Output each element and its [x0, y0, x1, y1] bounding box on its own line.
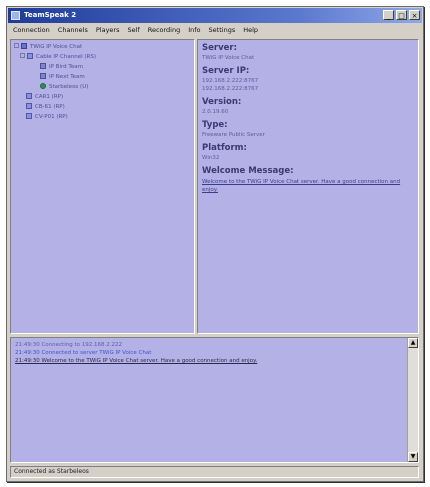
- channel-icon: [26, 102, 32, 109]
- menu-players[interactable]: Players: [96, 24, 120, 37]
- server-ip-value: 192.168.2.222:8767: [202, 86, 259, 92]
- scroll-up-button[interactable]: ▲: [408, 338, 418, 348]
- player-icon: [40, 62, 46, 69]
- tree-channel-row[interactable]: CAR1 (RP): [26, 92, 64, 102]
- app-icon: [11, 11, 20, 20]
- channel-tree[interactable]: TWiG IP Voice Chat Cable IP Channel (RS)…: [10, 39, 195, 334]
- menu-self[interactable]: Self: [127, 24, 139, 37]
- server-ip-label: Server IP:: [202, 66, 250, 76]
- channel-icon: [26, 112, 32, 119]
- tree-player-row[interactable]: IP Next Team: [40, 72, 85, 82]
- log-timestamp: 21:49:30: [15, 350, 40, 356]
- chat-log[interactable]: 21:49:30 Connecting to 192.168.2.222 21:…: [10, 337, 419, 463]
- channel-icon: [26, 92, 32, 99]
- tree-server-label: TWiG IP Voice Chat: [30, 44, 83, 50]
- tree-player-label: IP Bird Team: [49, 64, 83, 70]
- tree-channel-label: CAR1 (RP): [35, 94, 64, 100]
- active-player-icon: [40, 82, 46, 89]
- tree-channel-row[interactable]: CV-P01 (RP): [26, 112, 68, 122]
- tree-server-row[interactable]: TWiG IP Voice Chat: [14, 42, 83, 52]
- title-bar[interactable]: TeamSpeak 2 _ □ ×: [8, 8, 422, 23]
- version-label: Version:: [202, 97, 242, 107]
- type-label: Type:: [202, 120, 228, 130]
- log-line: 21:49:30 Welcome to the TWiG IP Voice Ch…: [15, 357, 257, 365]
- scroll-down-button[interactable]: ▼: [408, 452, 418, 462]
- log-line: 21:49:30 Connecting to 192.168.2.222: [15, 341, 122, 349]
- tree-player-label: Starbeleos (U): [49, 84, 89, 90]
- type-value: Freeware Public Server: [202, 132, 265, 138]
- log-text: Connecting to 192.168.2.222: [41, 342, 122, 348]
- server-info-panel: Server: TWiG IP Voice Chat Server IP: 19…: [197, 39, 419, 334]
- log-line: 21:49:30 Connected to server TWiG IP Voi…: [15, 349, 151, 357]
- platform-label: Platform:: [202, 143, 247, 153]
- collapse-toggle-icon[interactable]: [20, 53, 25, 58]
- channel-icon: [27, 52, 33, 59]
- menu-info[interactable]: Info: [188, 24, 200, 37]
- menu-connection[interactable]: Connection: [13, 24, 50, 37]
- log-text: Welcome to the TWiG IP Voice Chat server…: [41, 358, 258, 364]
- welcome-message: Welcome to the TWiG IP Voice Chat server…: [202, 179, 401, 193]
- menu-settings[interactable]: Settings: [209, 24, 236, 37]
- tree-channel-label: Cable IP Channel (RS): [36, 54, 96, 60]
- close-button[interactable]: ×: [409, 10, 420, 20]
- server-label: Server:: [202, 43, 237, 53]
- minimize-button[interactable]: _: [383, 10, 394, 20]
- collapse-toggle-icon[interactable]: [14, 43, 19, 48]
- menu-help[interactable]: Help: [243, 24, 258, 37]
- tree-channel-label: CB-61 (RP): [35, 104, 65, 110]
- platform-value: Win32: [202, 155, 220, 161]
- app-window: TeamSpeak 2 _ □ × Connection Channels Pl…: [6, 6, 424, 482]
- menu-recording[interactable]: Recording: [148, 24, 181, 37]
- window-title: TeamSpeak 2: [24, 11, 77, 19]
- tree-channel-row[interactable]: Cable IP Channel (RS): [20, 52, 96, 62]
- tree-player-row[interactable]: IP Bird Team: [40, 62, 83, 72]
- player-icon: [40, 72, 46, 79]
- menu-bar: Connection Channels Players Self Recordi…: [8, 24, 422, 37]
- tree-channel-row[interactable]: CB-61 (RP): [26, 102, 65, 112]
- log-timestamp: 21:49:30: [15, 358, 40, 364]
- server-icon: [21, 42, 27, 49]
- maximize-button[interactable]: □: [396, 10, 407, 20]
- status-bar: Connected as Starbeleos: [10, 466, 419, 478]
- log-text: Connected to server TWiG IP Voice Chat: [41, 350, 152, 356]
- tree-player-label: IP Next Team: [49, 74, 85, 80]
- tree-player-row[interactable]: Starbeleos (U): [40, 82, 89, 92]
- version-value: 2.0.19.60: [202, 109, 229, 115]
- log-scrollbar[interactable]: ▲ ▼: [407, 338, 418, 462]
- window-controls: _ □ ×: [383, 10, 420, 20]
- welcome-label: Welcome Message:: [202, 166, 294, 176]
- log-timestamp: 21:49:30: [15, 342, 40, 348]
- server-ip-value: 192.168.2.222:8767: [202, 78, 259, 84]
- menu-channels[interactable]: Channels: [58, 24, 88, 37]
- tree-channel-label: CV-P01 (RP): [35, 114, 68, 120]
- client-area: TWiG IP Voice Chat Cable IP Channel (RS)…: [10, 39, 419, 463]
- server-value: TWiG IP Voice Chat: [202, 55, 255, 61]
